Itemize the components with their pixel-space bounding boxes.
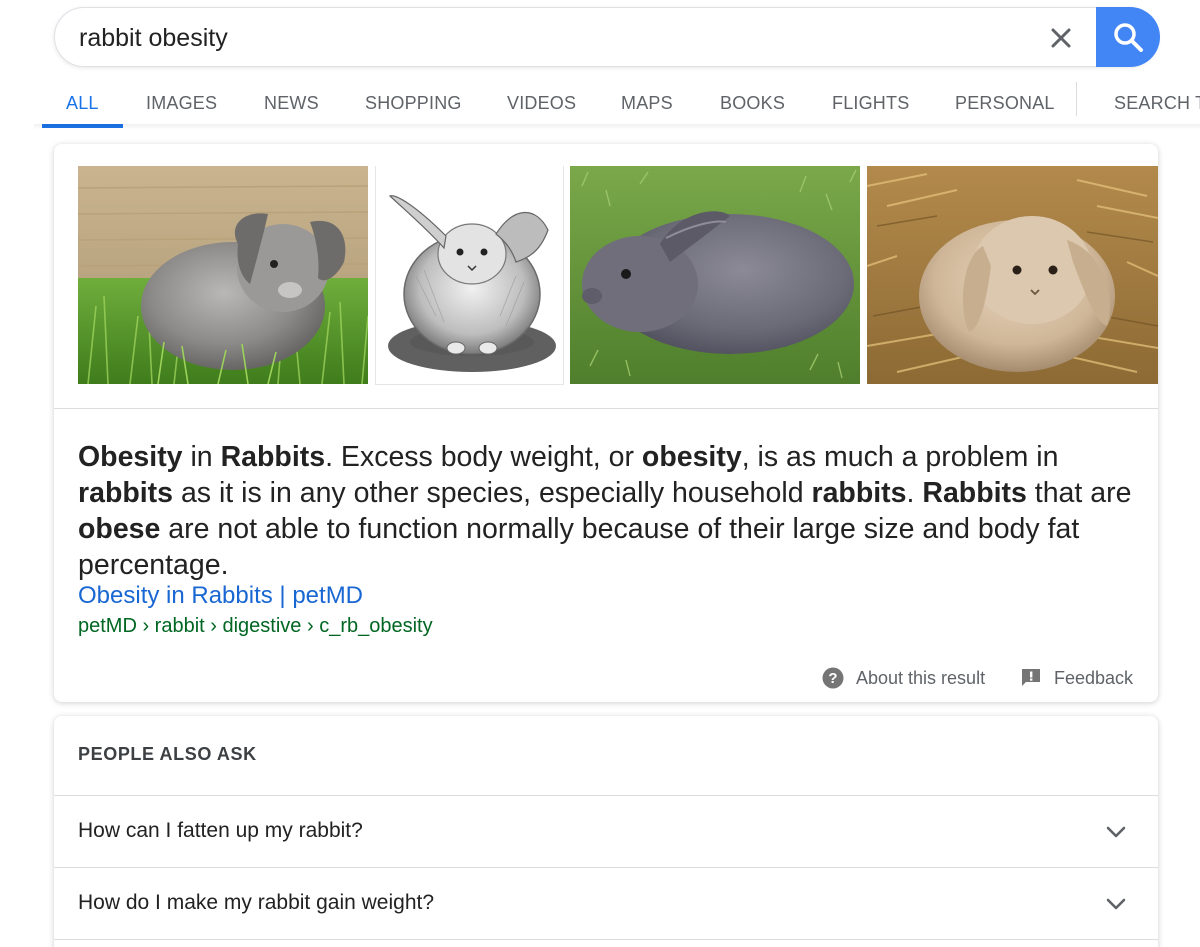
snippet-fragment: are not able to function normally becaus… xyxy=(78,513,1080,581)
tab-maps[interactable]: MAPS xyxy=(621,80,673,126)
tab-flights[interactable]: FLIGHTS xyxy=(832,80,909,126)
search-box[interactable] xyxy=(54,7,1160,67)
image-strip xyxy=(78,166,1158,386)
featured-snippet-card: Obesity in Rabbits. Excess body weight, … xyxy=(54,144,1158,702)
snippet-fragment: as it is in any other species, especiall… xyxy=(173,477,812,509)
snippet-text: Obesity in Rabbits. Excess body weight, … xyxy=(78,439,1138,583)
tab-images[interactable]: IMAGES xyxy=(146,80,217,126)
highlight-term: Rabbits xyxy=(922,477,1027,509)
feedback-label: Feedback xyxy=(1054,667,1134,688)
highlight-term: rabbits xyxy=(811,477,907,509)
paa-question-text: How do I make my rabbit gain weight? xyxy=(78,891,435,914)
highlight-term: Obesity xyxy=(78,441,183,473)
tab-search-tools[interactable]: SEARCH TOOLS xyxy=(1114,80,1200,126)
search-tabs: ALL IMAGES NEWS SHOPPING VIDEOS MAPS BOO… xyxy=(0,80,1200,128)
tab-shopping[interactable]: SHOPPING xyxy=(365,80,462,126)
snippet-fragment: that are xyxy=(1026,477,1132,509)
rabbit-image-2[interactable] xyxy=(376,166,563,384)
highlight-term: obesity xyxy=(641,441,742,473)
search-input[interactable] xyxy=(79,22,1019,54)
paa-question-2[interactable]: How do I make my rabbit gain weight? xyxy=(54,868,1158,939)
svg-text:?: ? xyxy=(828,670,837,687)
rabbit-image-3[interactable] xyxy=(570,166,860,384)
highlight-term: rabbits xyxy=(78,477,174,509)
highlight-term: Rabbits xyxy=(220,441,326,473)
snippet-fragment: . Excess body weight, or xyxy=(325,441,642,473)
tab-personal[interactable]: PERSONAL xyxy=(955,80,1055,126)
tab-all[interactable]: ALL xyxy=(66,80,99,126)
search-button[interactable] xyxy=(1096,7,1160,67)
chevron-down-icon xyxy=(1106,826,1126,838)
tab-videos[interactable]: VIDEOS xyxy=(507,80,576,126)
tab-search-tools-clip: SEARCH TOOLS xyxy=(1114,80,1200,126)
clear-search-button[interactable] xyxy=(1041,18,1081,58)
tab-news[interactable]: NEWS xyxy=(264,80,319,126)
result-title-link[interactable]: Obesity in Rabbits | petMD xyxy=(78,582,363,610)
snippet-fragment: in xyxy=(182,441,221,473)
snippet-divider xyxy=(54,408,1158,409)
tab-books[interactable]: BOOKS xyxy=(720,80,785,126)
snippet-fragment: , is as much a problem in xyxy=(741,441,1059,473)
rabbit-image-4[interactable] xyxy=(867,166,1158,384)
people-also-ask-heading: PEOPLE ALSO ASK xyxy=(78,744,257,764)
snippet-fragment: . xyxy=(906,477,923,509)
highlight-term: obese xyxy=(78,513,161,545)
feedback-button[interactable]: Feedback xyxy=(1020,664,1133,692)
rabbit-image-1[interactable] xyxy=(78,166,368,384)
magnifier-icon xyxy=(1114,23,1143,52)
help-circle-icon: ? xyxy=(822,667,844,689)
paa-divider xyxy=(54,939,1158,940)
about-this-result-button[interactable]: ? About this result xyxy=(822,664,985,692)
tab-divider xyxy=(1076,82,1077,116)
chevron-down-icon xyxy=(1106,898,1126,910)
tabs-shadow xyxy=(34,124,1200,130)
people-also-ask-card: PEOPLE ALSO ASK How can I fatten up my r… xyxy=(54,716,1158,947)
close-icon xyxy=(1051,28,1071,48)
result-url: petMD › rabbit › digestive › c_rb_obesit… xyxy=(78,615,433,637)
paa-question-1[interactable]: How can I fatten up my rabbit? xyxy=(54,796,1158,867)
about-this-result-label: About this result xyxy=(856,667,986,688)
feedback-icon xyxy=(1022,669,1040,686)
paa-question-text: How can I fatten up my rabbit? xyxy=(78,819,363,842)
